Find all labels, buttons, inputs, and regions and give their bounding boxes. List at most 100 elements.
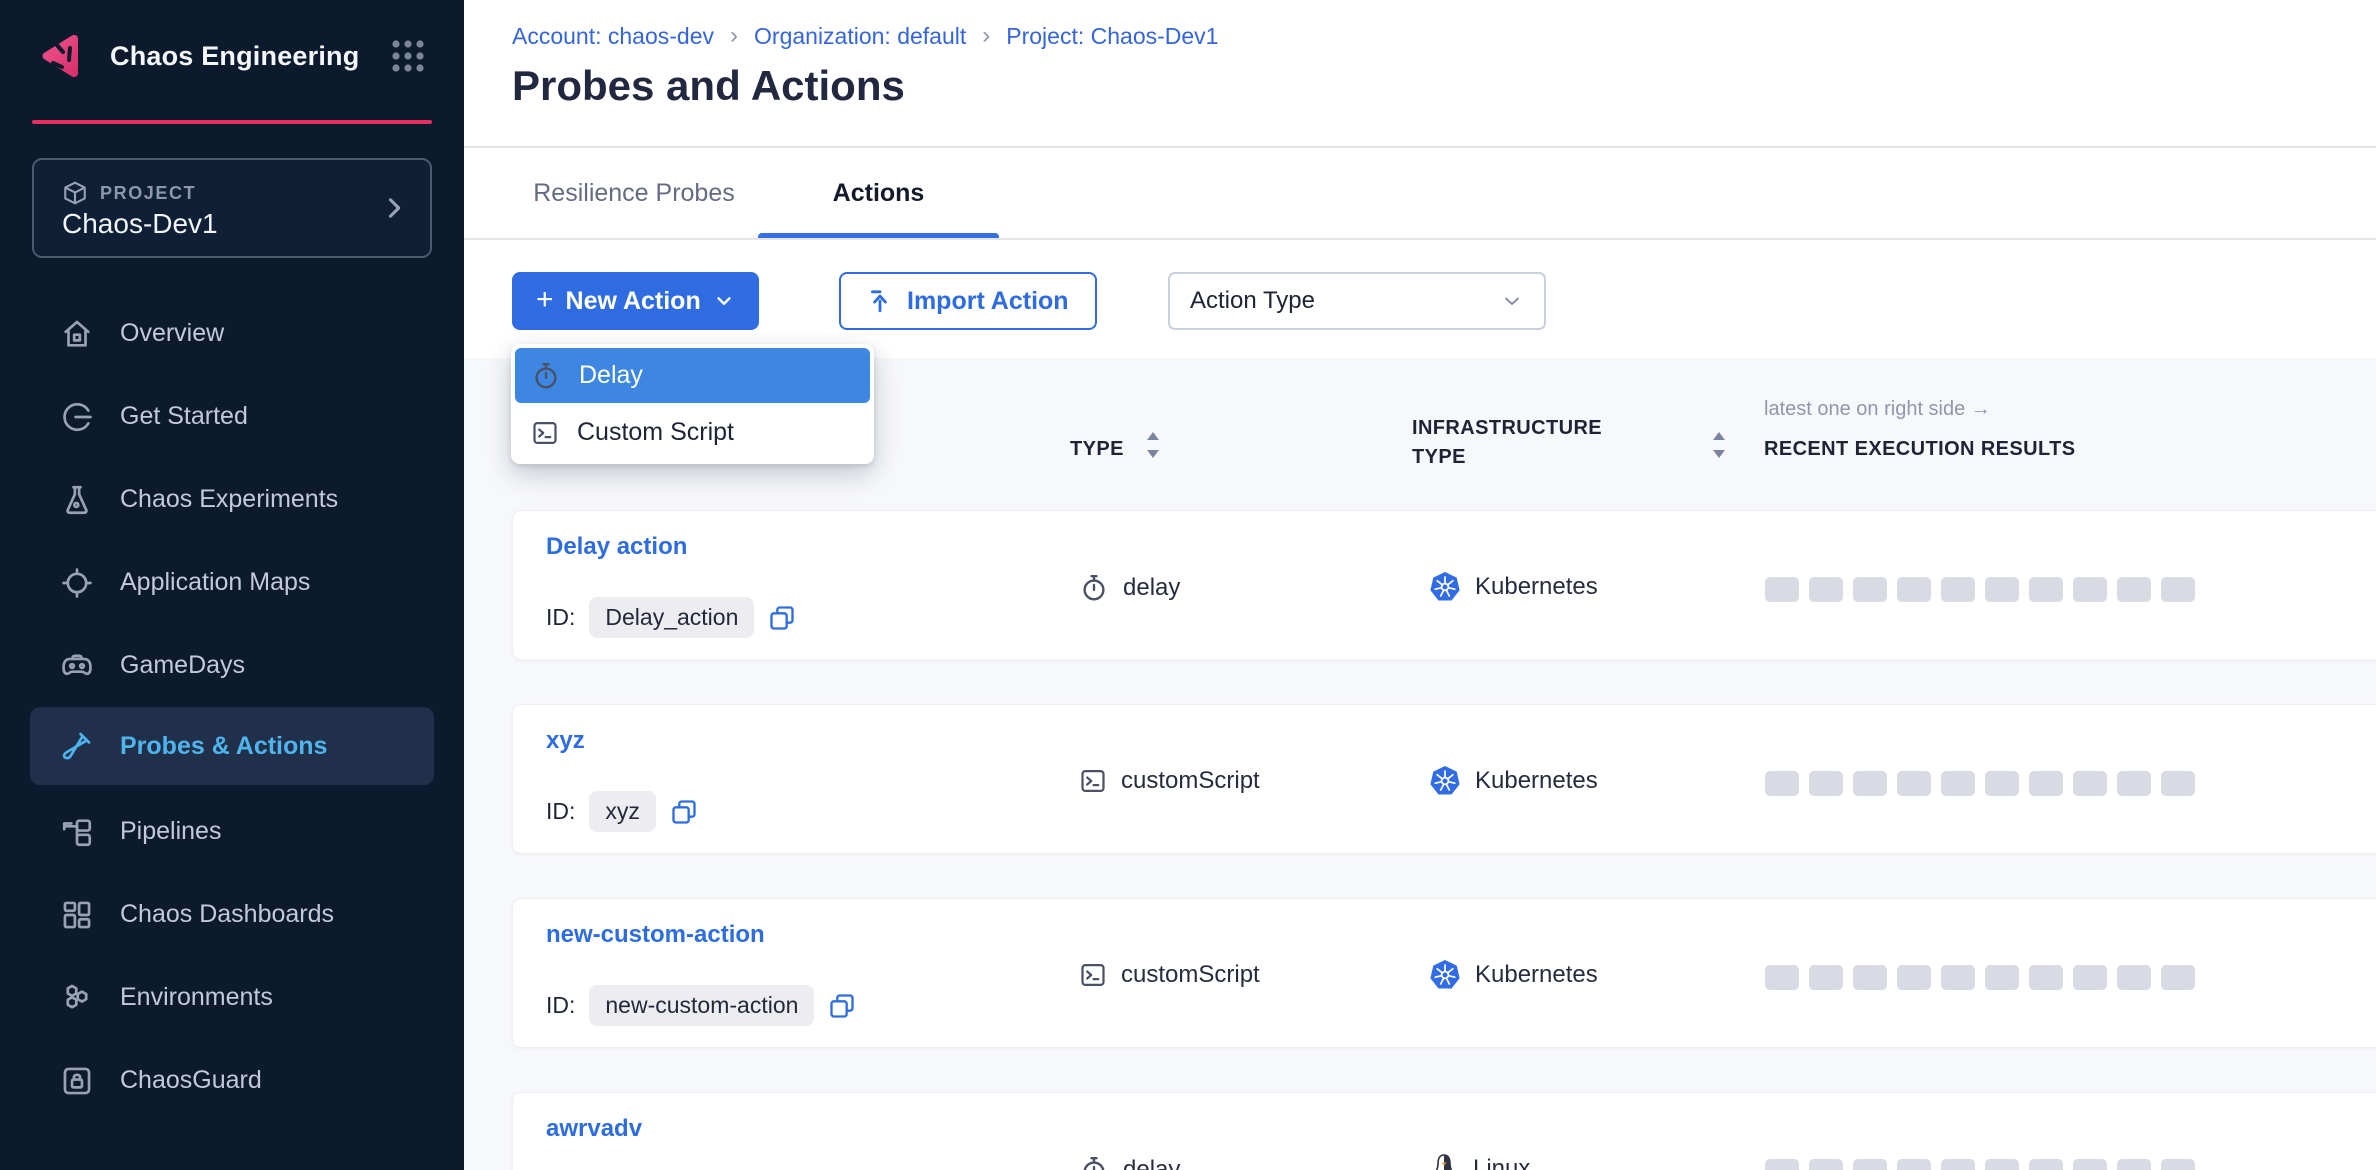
dashboard-grid-icon [60, 898, 94, 932]
sidebar-item-application-maps[interactable]: Application Maps [0, 541, 464, 624]
action-name-link[interactable]: awrvadv [546, 1115, 642, 1143]
header-divider [464, 146, 2376, 148]
table-row: Delay action ID: Delay_action delay [512, 510, 2376, 660]
execution-result-placeholder [1985, 577, 2019, 602]
menu-item-custom-script[interactable]: Custom Script [515, 405, 870, 460]
sidebar: Chaos Engineering PROJECT Chaos-Dev1 O [0, 0, 464, 1170]
pipeline-icon [60, 815, 94, 849]
execution-result-placeholder [1897, 577, 1931, 602]
stopwatch-icon [1079, 573, 1109, 603]
copy-icon[interactable] [768, 604, 796, 632]
action-id: ID: new-custom-action [546, 985, 856, 1026]
execution-result-placeholder [1941, 771, 1975, 796]
chaos-logo-icon [36, 30, 88, 82]
sidebar-item-pipelines[interactable]: Pipelines [0, 790, 464, 873]
execution-result-placeholder [2161, 965, 2195, 990]
sidebar-item-get-started[interactable]: Get Started [0, 375, 464, 458]
sidebar-item-label: Get Started [120, 402, 248, 431]
type-cell: customScript [1079, 961, 1260, 989]
tab-actions[interactable]: Actions [758, 148, 999, 238]
sidebar-item-gamedays[interactable]: GameDays [0, 624, 464, 707]
execution-result-placeholder [2073, 771, 2107, 796]
execution-result-placeholder [1897, 771, 1931, 796]
execution-result-placeholder [2073, 965, 2107, 990]
menu-item-label: Custom Script [577, 418, 734, 447]
type-label: customScript [1121, 961, 1260, 989]
execution-result-placeholder [1809, 577, 1843, 602]
sort-icon[interactable] [1142, 428, 1164, 462]
sidebar-item-probes-actions[interactable]: Probes & Actions [30, 707, 434, 785]
recent-execution-results [1765, 1159, 2195, 1170]
sidebar-item-environments[interactable]: Environments [0, 956, 464, 1039]
breadcrumb-project-link[interactable]: Project: Chaos-Dev1 [1006, 23, 1218, 50]
column-header-infrastructure-type: INFRASTRUCTURE TYPE [1412, 414, 1612, 472]
copy-icon[interactable] [828, 992, 856, 1020]
execution-result-placeholder [1853, 771, 1887, 796]
action-name-link[interactable]: new-custom-action [546, 921, 765, 949]
execution-result-placeholder [1765, 1159, 1799, 1170]
sidebar-item-chaosguard[interactable]: ChaosGuard [0, 1039, 464, 1122]
chevron-down-icon [1500, 289, 1524, 313]
execution-result-placeholder [1897, 1159, 1931, 1170]
sidebar-nav: Overview Get Started Chaos Experiments A… [0, 292, 464, 1122]
execution-result-placeholder [1941, 577, 1975, 602]
execution-result-placeholder [2029, 1159, 2063, 1170]
sidebar-item-label: Pipelines [120, 817, 221, 846]
execution-result-placeholder [2073, 1159, 2107, 1170]
hexagons-icon [60, 981, 94, 1015]
type-label: delay [1123, 1156, 1180, 1170]
table-row: awrvadv delay Linux [512, 1092, 2376, 1170]
sort-icon[interactable] [1708, 428, 1730, 462]
column-header-type: TYPE [1070, 438, 1124, 461]
execution-result-placeholder [2029, 965, 2063, 990]
page-title: Probes and Actions [512, 62, 905, 110]
main-area: Account: chaos-dev › Organization: defau… [464, 0, 2376, 1170]
execution-result-placeholder [2117, 965, 2151, 990]
app-title: Chaos Engineering [110, 41, 388, 72]
infrastructure-label: Kubernetes [1475, 767, 1598, 795]
breadcrumb-organization-link[interactable]: Organization: default [754, 23, 966, 50]
test-tube-icon [60, 729, 94, 763]
import-action-button[interactable]: Import Action [839, 272, 1097, 330]
sidebar-item-label: Environments [120, 983, 273, 1012]
lock-icon [60, 1064, 94, 1098]
new-action-dropdown-menu: Delay Custom Script [511, 344, 874, 464]
execution-result-placeholder [1985, 1159, 2019, 1170]
execution-result-placeholder [2029, 577, 2063, 602]
sidebar-item-chaos-experiments[interactable]: Chaos Experiments [0, 458, 464, 541]
stopwatch-icon [1079, 1155, 1109, 1170]
execution-result-placeholder [1853, 577, 1887, 602]
action-name-link[interactable]: Delay action [546, 533, 687, 561]
sidebar-item-label: ChaosGuard [120, 1066, 262, 1095]
sidebar-item-overview[interactable]: Overview [0, 292, 464, 375]
sidebar-item-label: Chaos Experiments [120, 485, 338, 514]
execution-result-placeholder [2073, 577, 2107, 602]
execution-result-placeholder [1809, 771, 1843, 796]
breadcrumb: Account: chaos-dev › Organization: defau… [512, 22, 1218, 50]
action-type-select[interactable]: Action Type [1168, 272, 1546, 330]
execution-result-placeholder [1765, 965, 1799, 990]
kubernetes-icon [1429, 765, 1461, 797]
execution-result-placeholder [1941, 965, 1975, 990]
stopwatch-icon [531, 361, 561, 391]
sidebar-item-chaos-dashboards[interactable]: Chaos Dashboards [0, 873, 464, 956]
execution-result-placeholder [2161, 771, 2195, 796]
tab-resilience-probes[interactable]: Resilience Probes [520, 148, 748, 238]
breadcrumb-account-link[interactable]: Account: chaos-dev [512, 23, 714, 50]
new-action-button[interactable]: + New Action [512, 272, 759, 330]
tabs-divider [464, 238, 2376, 240]
terminal-icon [531, 419, 559, 447]
sidebar-accent-divider [32, 120, 432, 124]
gamepad-icon [60, 649, 94, 683]
recent-execution-results [1765, 771, 2195, 796]
action-name-link[interactable]: xyz [546, 727, 585, 755]
nine-dot-grid-icon[interactable] [388, 36, 428, 76]
menu-item-delay[interactable]: Delay [515, 348, 870, 403]
id-label: ID: [546, 604, 575, 631]
project-selector[interactable]: PROJECT Chaos-Dev1 [32, 158, 432, 258]
import-action-label: Import Action [907, 287, 1069, 316]
column-header-recent-execution-results: RECENT EXECUTION RESULTS [1764, 438, 2075, 461]
copy-icon[interactable] [670, 798, 698, 826]
project-name: Chaos-Dev1 [62, 208, 218, 240]
execution-result-placeholder [1809, 965, 1843, 990]
